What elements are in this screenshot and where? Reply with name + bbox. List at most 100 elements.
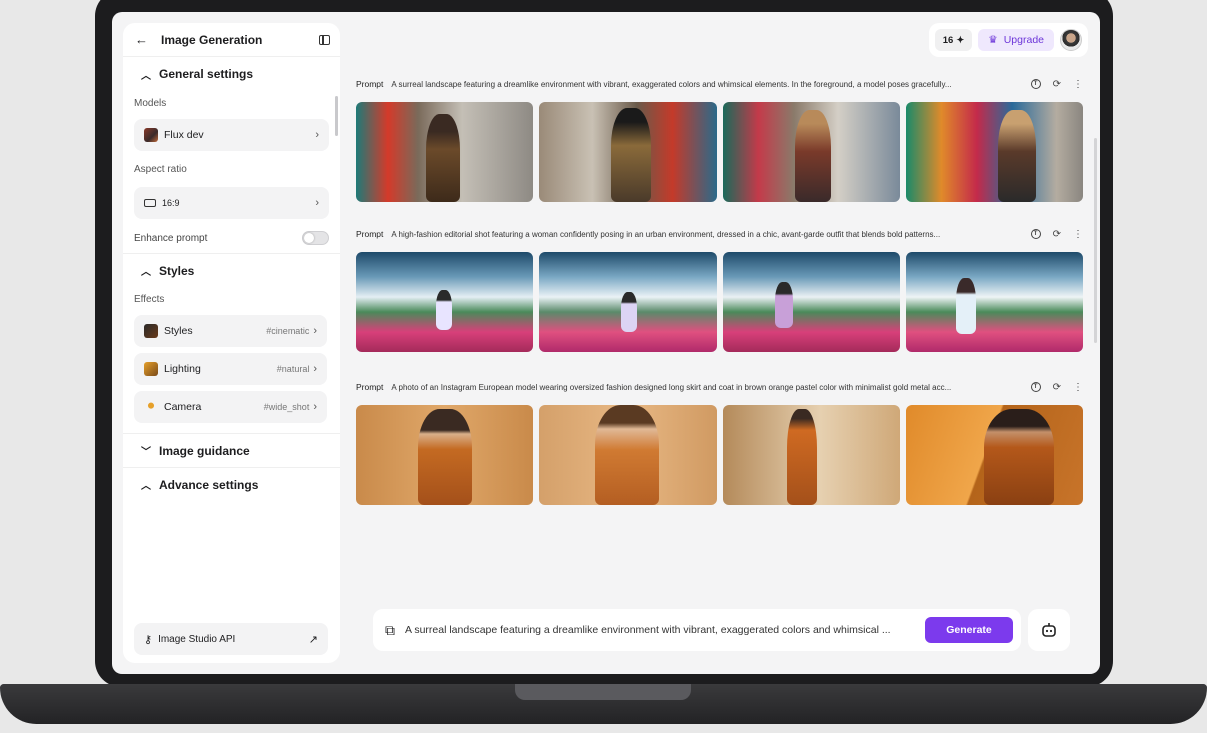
general-settings-toggle[interactable]: ︿ General settings (123, 57, 340, 91)
sparkle-icon: ✦ (956, 34, 965, 46)
prompt-group: Prompt A photo of an Instagram European … (356, 379, 1083, 505)
prompt-actions: T ⟳ ⋮ (1030, 229, 1083, 240)
refresh-icon[interactable]: ⟳ (1053, 79, 1061, 90)
generated-image[interactable] (539, 252, 717, 352)
styles-thumbnail-icon (144, 324, 158, 338)
aspect-ratio-icon (144, 199, 156, 207)
collapse-panel-icon[interactable] (319, 34, 330, 45)
generated-image[interactable] (539, 405, 717, 505)
generated-image[interactable] (356, 102, 534, 202)
sidebar-header: ← Image Generation (123, 23, 340, 57)
aspect-ratio-value: 16:9 (162, 198, 180, 208)
credits-badge[interactable]: 16 ✦ (934, 29, 973, 51)
chevron-right-icon: › (315, 129, 319, 141)
camera-thumbnail-icon (144, 400, 158, 414)
chevron-right-icon: › (313, 325, 317, 337)
advance-settings-toggle[interactable]: ︿ Advance settings (123, 467, 340, 501)
more-icon[interactable]: ⋮ (1073, 79, 1083, 90)
prompt-actions: T ⟳ ⋮ (1030, 79, 1083, 90)
prompt-label: Prompt (356, 382, 384, 392)
api-label: Image Studio API (158, 633, 236, 645)
effect-label: Camera (164, 401, 202, 413)
generate-button[interactable]: Generate (925, 617, 1013, 643)
sidebar: ← Image Generation ︿ General settings Mo… (123, 23, 340, 663)
generated-image[interactable] (539, 102, 717, 202)
refresh-icon[interactable]: ⟳ (1053, 229, 1061, 240)
image-row (356, 252, 1083, 352)
text-icon[interactable]: T (1030, 382, 1041, 392)
generated-image[interactable] (722, 252, 900, 352)
back-arrow-icon[interactable]: ← (135, 32, 155, 47)
prompt-label: Prompt (356, 79, 384, 89)
prompt-header: Prompt A surreal landscape featuring a d… (356, 76, 1083, 92)
prompt-header: Prompt A photo of an Instagram European … (356, 379, 1083, 395)
effect-label: Lighting (164, 363, 201, 375)
aspect-ratio-select[interactable]: 16:9 › (134, 187, 329, 219)
image-guidance-toggle[interactable]: ﹀ Image guidance (123, 433, 340, 467)
model-select[interactable]: Flux dev › (134, 119, 329, 151)
crown-icon: ♛ (988, 34, 998, 46)
effects-label: Effects (134, 293, 165, 305)
topbar: 16 ✦ ♛ Upgrade (928, 23, 1088, 57)
model-thumbnail-icon (144, 128, 158, 142)
sidebar-scrollbar[interactable] (335, 96, 338, 136)
prompt-text: A photo of an Instagram European model w… (391, 382, 952, 392)
laptop-notch (515, 684, 691, 700)
text-icon[interactable]: T (1030, 229, 1041, 239)
enhance-prompt-toggle[interactable] (302, 231, 329, 245)
generated-image[interactable] (356, 252, 534, 352)
models-label: Models (134, 97, 167, 109)
generate-bar: ⧉ A surreal landscape featuring a dreaml… (373, 609, 1021, 651)
chevron-right-icon: › (315, 197, 319, 209)
effect-styles[interactable]: Styles #cinematic › (134, 315, 327, 347)
chevron-up-icon: ︿ (141, 267, 151, 278)
lighting-thumbnail-icon (144, 362, 158, 376)
prompt-header: Prompt A high-fashion editorial shot fea… (356, 226, 1083, 242)
text-icon[interactable]: T (1030, 79, 1041, 89)
sidebar-title: Image Generation (161, 32, 263, 47)
image-guidance-label: Image guidance (159, 443, 250, 458)
generated-image[interactable] (356, 405, 534, 505)
more-icon[interactable]: ⋮ (1073, 382, 1083, 393)
refresh-icon[interactable]: ⟳ (1053, 382, 1061, 393)
generated-image[interactable] (905, 102, 1083, 202)
bot-icon (1042, 623, 1056, 637)
effect-tag: #wide_shot (263, 402, 310, 412)
effect-label: Styles (164, 325, 193, 337)
user-avatar[interactable] (1060, 29, 1082, 51)
effect-tag: #natural (276, 364, 310, 374)
generated-image[interactable] (722, 405, 900, 505)
app-screen: ← Image Generation ︿ General settings Mo… (112, 12, 1100, 674)
model-value: Flux dev (164, 129, 204, 141)
generated-image[interactable] (905, 405, 1083, 505)
key-icon: ⚷ (144, 633, 153, 646)
enhance-prompt-label: Enhance prompt (134, 232, 208, 244)
styles-section-label: Styles (159, 263, 195, 278)
prompt-actions: T ⟳ ⋮ (1030, 382, 1083, 393)
effect-camera[interactable]: Camera #wide_shot › (134, 391, 327, 423)
general-settings-label: General settings (159, 67, 254, 81)
aspect-ratio-label: Aspect ratio (134, 163, 187, 175)
prompt-text: A high-fashion editorial shot featuring … (391, 229, 941, 239)
prompt-input[interactable]: A surreal landscape featuring a dreamlik… (405, 624, 925, 636)
shapes-icon[interactable]: ⧉ (385, 622, 395, 639)
chevron-up-icon: ︿ (141, 70, 151, 82)
generated-image[interactable] (722, 102, 900, 202)
more-icon[interactable]: ⋮ (1073, 229, 1083, 240)
credits-count: 16 (942, 34, 954, 46)
enhance-prompt-row: Enhance prompt (123, 223, 340, 253)
image-studio-api-button[interactable]: ⚷ Image Studio API ↗ (134, 623, 328, 655)
assistant-bot-button[interactable] (1028, 609, 1070, 651)
advance-settings-label: Advance settings (159, 477, 259, 492)
effect-lighting[interactable]: Lighting #natural › (134, 353, 327, 385)
upgrade-button[interactable]: ♛ Upgrade (978, 29, 1054, 51)
prompt-label: Prompt (356, 229, 384, 239)
prompt-text: A surreal landscape featuring a dreamlik… (391, 79, 952, 89)
upgrade-label: Upgrade (1003, 34, 1044, 46)
styles-section-toggle[interactable]: ︿ Styles (123, 253, 340, 287)
chevron-right-icon: › (313, 401, 317, 413)
prompt-group: Prompt A high-fashion editorial shot fea… (356, 226, 1083, 352)
main-scrollbar[interactable] (1094, 138, 1097, 343)
image-row (356, 405, 1083, 505)
generated-image[interactable] (905, 252, 1083, 352)
